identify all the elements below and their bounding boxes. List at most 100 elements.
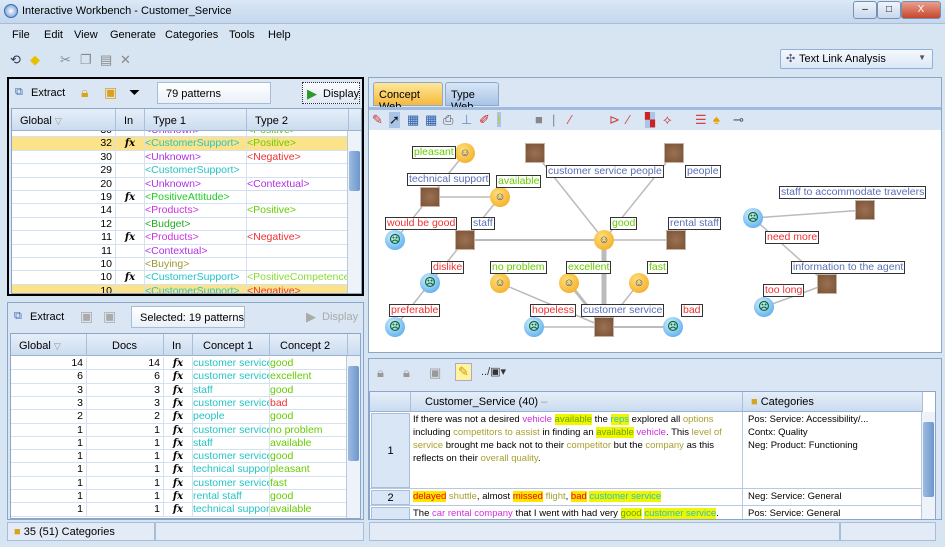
scrollbar-thumb[interactable] xyxy=(923,422,934,497)
column-header-categories[interactable]: ■ Categories xyxy=(743,392,923,412)
add-to-categories-icon[interactable]: ▣ xyxy=(104,84,117,101)
table-row[interactable]: 14 <Products> <Positive> xyxy=(12,204,349,218)
table-row[interactable]: 6 6 fx customer service excellent xyxy=(11,370,348,384)
category-entry[interactable]: Contx: Quality xyxy=(748,426,914,439)
node-icon[interactable]: ⊳ xyxy=(609,112,620,128)
table-row[interactable]: 1 1 fx customer service fast xyxy=(11,476,348,491)
column-header-type1[interactable]: Type 1 xyxy=(145,109,247,131)
table-row[interactable]: 1 1 fx technical support available xyxy=(11,503,348,517)
add-category-icon[interactable]: 🔒︎ xyxy=(377,365,384,381)
concept-label[interactable]: bad xyxy=(681,304,703,317)
print-icon[interactable]: ⎙ xyxy=(443,112,453,128)
display-button[interactable]: ▶ Display xyxy=(302,82,360,104)
display-button[interactable]: Display xyxy=(322,311,358,323)
tree-icon[interactable]: ⊥ xyxy=(461,112,472,128)
category-entry[interactable]: Pos: Service: Accessibility/... xyxy=(748,413,914,426)
add-categories-icon[interactable]: ▣ xyxy=(429,365,441,381)
table-row[interactable]: 1 1 fx technical support pleasant xyxy=(11,463,348,477)
frowny-icon[interactable]: ☹ xyxy=(385,230,405,250)
add-to-category-icon[interactable]: ▣ xyxy=(80,308,93,325)
column-header-type2[interactable]: Type 2 xyxy=(247,109,349,131)
frowny-icon[interactable]: ☹ xyxy=(524,317,544,337)
concept-node-icon[interactable] xyxy=(666,230,686,250)
delete-icon[interactable]: ✕ xyxy=(120,52,131,68)
scrollbar-thumb[interactable] xyxy=(348,366,359,461)
filter-icon[interactable]: ⏷ xyxy=(129,84,140,101)
concept-web-canvas[interactable]: ☺ pleasant technical support ☺ available ☹ wou… xyxy=(369,130,941,352)
brush-icon[interactable]: ✎ xyxy=(372,112,383,128)
frowny-icon[interactable]: ☹ xyxy=(663,317,683,337)
extract-button[interactable]: Extract xyxy=(30,311,64,323)
concept-label[interactable]: too long xyxy=(763,284,805,297)
concept-node-icon[interactable] xyxy=(594,317,614,337)
table-row[interactable]: 12 <Budget> xyxy=(12,217,349,232)
column-header-concept2[interactable]: Concept 2 xyxy=(270,334,348,356)
add-to-category-icon[interactable]: 🔒︎ xyxy=(81,84,88,101)
tab-type-web[interactable]: Type Web xyxy=(445,82,499,113)
category-entry[interactable]: Neg: Service: General xyxy=(748,490,914,503)
cut-icon[interactable]: ✂ xyxy=(60,52,71,68)
table-row[interactable]: 3 3 fx staff good xyxy=(11,383,348,397)
column-header-global[interactable]: Global ▽ xyxy=(12,109,116,131)
concept-link[interactable] xyxy=(752,209,866,219)
stop-icon[interactable]: ■ xyxy=(535,112,543,127)
document-row[interactable]: 2 delayed shuttle, almost missed flight, … xyxy=(370,489,921,506)
view-select[interactable]: ✣ Text Link Analysis ▼ xyxy=(780,49,933,69)
scrollbar[interactable] xyxy=(921,412,935,519)
concept-label[interactable]: technical support xyxy=(407,173,491,186)
concept-label[interactable]: pleasant xyxy=(412,146,456,159)
document-row[interactable]: 1 If there was not a desired vehicle avai… xyxy=(370,412,921,489)
column-header-docs[interactable]: Docs xyxy=(87,334,164,356)
scrollbar-thumb[interactable] xyxy=(349,151,360,191)
add-to-categories-icon[interactable]: ▣ xyxy=(103,308,116,325)
table-row[interactable]: 14 14 fx customer service good xyxy=(11,357,348,371)
smiley-icon[interactable]: ☺ xyxy=(455,143,475,163)
minimize-button[interactable]: – xyxy=(853,1,877,19)
frowny-icon[interactable]: ☹ xyxy=(743,208,763,228)
paste-icon[interactable]: ▤ xyxy=(100,52,112,68)
table-row[interactable]: 30 <Unknown> <Negative> xyxy=(12,150,349,165)
concept-label[interactable]: people xyxy=(685,165,721,178)
table-row[interactable]: 10 <Buying> xyxy=(12,258,349,272)
list-icon[interactable]: ☰ xyxy=(695,112,707,128)
concept-label[interactable]: customer service people xyxy=(546,165,664,178)
column-header-global[interactable]: Global ▽ xyxy=(11,334,87,356)
concept-label[interactable]: information to the agent xyxy=(791,261,906,274)
smiley-icon[interactable]: ☺ xyxy=(490,273,510,293)
concept-label[interactable]: need more xyxy=(765,231,820,244)
concept-label[interactable]: staff to accommodate travelers xyxy=(779,186,927,199)
menu-view[interactable]: View xyxy=(74,29,98,41)
scrollbar[interactable] xyxy=(346,356,360,518)
concept-label[interactable]: no problem xyxy=(490,261,547,274)
maximize-button[interactable]: □ xyxy=(877,1,901,19)
menu-generate[interactable]: Generate xyxy=(110,29,156,41)
frowny-icon[interactable]: ☹ xyxy=(385,317,405,337)
concept-label[interactable]: hopeless xyxy=(530,304,577,317)
concept-link[interactable] xyxy=(752,217,828,285)
frowny-icon[interactable]: ☹ xyxy=(754,297,774,317)
column-header-in[interactable]: In xyxy=(116,109,145,131)
copy-icon[interactable]: ❐ xyxy=(80,52,92,68)
menu-file[interactable]: File xyxy=(12,29,30,41)
menu-tools[interactable]: Tools xyxy=(229,29,255,41)
category-entry[interactable]: Neg: Product: Functioning xyxy=(748,439,914,452)
table-row[interactable]: 19 fx <PositiveAttitude> xyxy=(12,191,349,205)
tab-concept-web[interactable]: Concept Web xyxy=(373,82,443,113)
add-category2-icon[interactable]: 🔒︎ xyxy=(403,365,410,381)
concept-node-icon[interactable] xyxy=(855,200,875,220)
column-header-concept1[interactable]: Concept 1 xyxy=(193,334,270,356)
smiley-icon[interactable]: ☺ xyxy=(594,230,614,250)
table-row[interactable]: 32 fx <CustomerSupport> <Positive> xyxy=(12,137,349,151)
concept-node-icon[interactable] xyxy=(664,143,684,163)
color-grid-icon[interactable]: ▚ xyxy=(645,112,655,128)
table-row[interactable]: 1 1 fx rental staff good xyxy=(11,490,348,504)
concept-label[interactable]: rental staff xyxy=(668,217,721,230)
table-row[interactable]: 1 1 fx customer service no problem xyxy=(11,423,348,437)
hint-icon[interactable]: ! xyxy=(497,112,501,127)
concept-label[interactable]: would be good xyxy=(385,217,458,230)
category-entry[interactable]: Pos: Service: General xyxy=(748,507,914,519)
concept-node-icon[interactable] xyxy=(817,274,837,294)
table-row[interactable]: 29 <CustomerSupport> xyxy=(12,164,349,178)
table-row[interactable]: 2 2 fx people good xyxy=(11,410,348,424)
concept-node-icon[interactable] xyxy=(525,143,545,163)
